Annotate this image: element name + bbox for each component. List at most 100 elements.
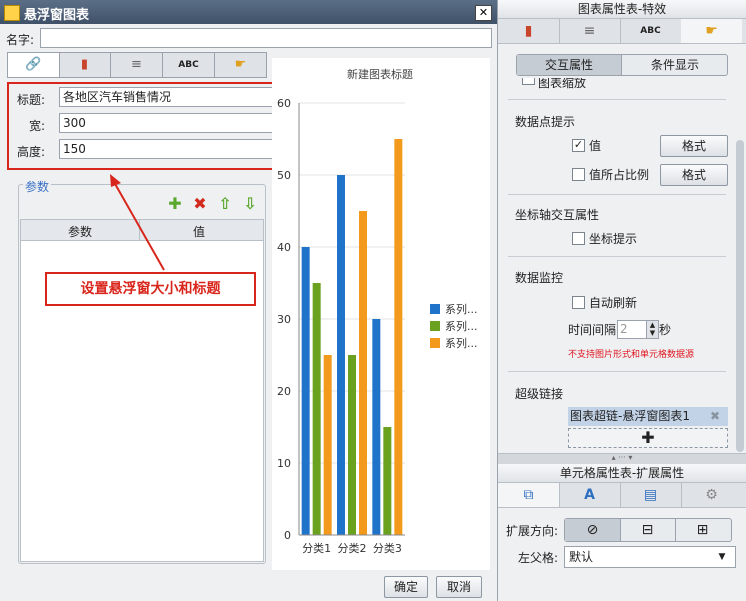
tab-data[interactable]: ≡: [111, 53, 163, 77]
seconds-label: 秒: [659, 323, 672, 337]
panel-splitter[interactable]: ▴ ··· ▾: [498, 453, 746, 464]
text-style-icon: ABC: [640, 26, 661, 36]
remove-link-icon[interactable]: ✖: [710, 407, 720, 426]
left-parent-select[interactable]: 默认: [564, 546, 736, 568]
delete-icon[interactable]: ✖: [192, 196, 208, 212]
property-panel: 图表属性表-特效 ▮ ≡ ABC ☛ 交互属性 条件显示 图表缩放 数据点提示 …: [498, 0, 746, 601]
hyperlink-item[interactable]: 图表超链-悬浮窗图表1: [568, 407, 728, 426]
name-label: 名字:: [6, 33, 35, 47]
bar: [323, 355, 332, 535]
database-icon: ≡: [583, 23, 596, 39]
width-input[interactable]: 300: [59, 113, 276, 133]
y-tick-label: 0: [284, 529, 291, 542]
tab-settings[interactable]: ⚙: [681, 483, 742, 507]
annotation-arrow: [110, 174, 165, 271]
no-expand-icon: ⊘: [586, 522, 599, 538]
dialog-tabbar: 🔗 ▮ ≡ ABC ☛: [7, 52, 267, 78]
y-tick-label: 50: [277, 169, 291, 182]
value-checkbox[interactable]: ✓: [572, 139, 585, 152]
tab-effect[interactable]: ☛: [215, 53, 266, 77]
tab-chart-type[interactable]: ▮: [59, 53, 111, 77]
separator: [508, 99, 726, 100]
ok-button[interactable]: 确定: [384, 576, 428, 598]
move-down-icon[interactable]: ⇩: [242, 196, 258, 212]
zoom-checkbox[interactable]: [522, 78, 535, 85]
legend-label: 系列...: [445, 336, 478, 350]
bar: [383, 427, 392, 535]
bar: [348, 355, 356, 535]
bar: [301, 247, 310, 535]
auto-refresh-label: 自动刷新: [589, 296, 638, 310]
width-label: 宽:: [28, 119, 45, 133]
left-parent-label: 左父格:: [518, 551, 559, 565]
axis-hint-checkbox[interactable]: [572, 232, 585, 245]
size-title-form: 标题: 各地区汽车销售情况 宽: 300 高度: 150: [7, 82, 278, 170]
auto-refresh-checkbox[interactable]: [572, 296, 585, 309]
tab-effect[interactable]: ☛: [681, 19, 742, 43]
link-icon: 🔗: [25, 57, 42, 72]
annotation-callout: 设置悬浮窗大小和标题: [45, 272, 256, 306]
separator: [508, 256, 726, 257]
height-label: 高度:: [16, 145, 45, 159]
add-link-button[interactable]: ✚: [568, 428, 728, 448]
tab-format[interactable]: A: [559, 483, 621, 507]
dialog-app-icon: [4, 5, 20, 21]
format-icon: A: [584, 487, 595, 503]
chevron-down-icon[interactable]: ▼: [714, 547, 730, 567]
value-format-button[interactable]: 格式: [660, 135, 728, 157]
tab-cell[interactable]: ⧉: [498, 483, 560, 507]
height-input[interactable]: 150: [59, 139, 276, 159]
bar: [359, 211, 367, 535]
monitor-title: 数据监控: [515, 271, 564, 285]
legend-swatch: [430, 338, 440, 348]
tab-style[interactable]: ABC: [163, 53, 215, 77]
tab-cell-style[interactable]: ▤: [620, 483, 682, 507]
dialog-titlebar: 悬浮窗图表 ✕: [0, 0, 497, 24]
bar: [337, 175, 345, 535]
cell-icon: ⧉: [523, 487, 534, 503]
vertical-expand-icon: ⊟: [641, 522, 654, 538]
seg-interact[interactable]: 交互属性: [517, 55, 621, 75]
x-tick-label: 分类3: [373, 541, 402, 555]
cell-properties-header: 单元格属性表-扩展属性: [498, 464, 746, 483]
move-up-icon[interactable]: ⇧: [217, 196, 233, 212]
axis-hint-label: 坐标提示: [589, 232, 638, 246]
cell-properties-tabbar: ⧉ A ▤ ⚙: [498, 483, 746, 508]
panel-scrollbar[interactable]: [736, 140, 744, 452]
percent-checkbox[interactable]: [572, 168, 585, 181]
expand-direction-label: 扩展方向:: [506, 524, 559, 538]
horizontal-expand-option[interactable]: ⊞: [675, 519, 730, 541]
y-tick-label: 60: [277, 97, 291, 110]
bar: [372, 319, 381, 535]
effect-mode-switch: 交互属性 条件显示: [516, 54, 728, 76]
params-group-title: 参数: [23, 178, 52, 195]
cancel-button[interactable]: 取消: [436, 576, 482, 598]
interval-spinner[interactable]: 2: [617, 320, 649, 339]
tab-data[interactable]: ≡: [559, 19, 621, 43]
legend-swatch: [430, 321, 440, 331]
name-input[interactable]: [40, 28, 492, 48]
seg-condition[interactable]: 条件显示: [621, 55, 728, 75]
y-tick-label: 10: [277, 457, 291, 470]
close-button[interactable]: ✕: [475, 5, 492, 21]
tab-style[interactable]: ABC: [620, 19, 682, 43]
x-tick-label: 分类2: [338, 541, 367, 555]
chart-properties-tabbar: ▮ ≡ ABC ☛: [498, 19, 746, 44]
horizontal-expand-icon: ⊞: [696, 522, 709, 538]
check-icon: ✓: [573, 138, 584, 151]
tab-chart-type[interactable]: ▮: [498, 19, 560, 43]
chart-type-icon: ▮: [80, 57, 89, 72]
no-expand-option[interactable]: ⊘: [565, 519, 621, 541]
vertical-expand-option[interactable]: ⊟: [620, 519, 676, 541]
col-param[interactable]: 参数: [68, 223, 92, 240]
dialog-title: 悬浮窗图表: [24, 8, 90, 23]
col-value[interactable]: 值: [193, 223, 205, 240]
spinner-arrows-icon[interactable]: ▲ ▼: [646, 320, 659, 339]
tab-link[interactable]: 🔗: [8, 53, 60, 77]
chart-svg: 新建图表标题 0 10 20 30 40 50 60 分类1 分类2 分类3 系列... 系列...…: [277, 67, 478, 555]
title-input[interactable]: 各地区汽车销售情况: [59, 87, 276, 107]
percent-label: 值所占比例: [589, 168, 650, 182]
legend-swatch: [430, 304, 440, 314]
percent-format-button[interactable]: 格式: [660, 164, 728, 186]
y-tick-label: 20: [277, 385, 291, 398]
